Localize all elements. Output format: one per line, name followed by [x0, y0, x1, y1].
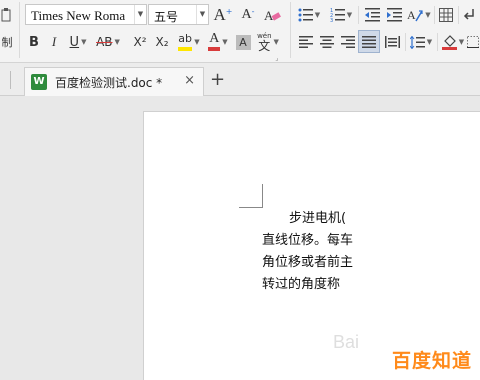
subscript-button[interactable]: X₂ — [152, 31, 172, 53]
bullet-list-button[interactable]: ▼ — [296, 4, 322, 26]
highlight-icon: ab — [178, 32, 193, 51]
char-shading-icon: A — [235, 34, 251, 50]
borders-button[interactable] — [466, 31, 480, 53]
font-color-button[interactable]: A ▼ — [205, 31, 231, 53]
distributed-align-icon — [384, 36, 400, 48]
font-name-value: Times New Roma — [31, 8, 126, 23]
svg-text:A: A — [264, 8, 274, 23]
tab-bar-divider — [10, 71, 11, 89]
underline-button[interactable]: U ▼ — [65, 31, 91, 53]
grow-font-icon: A — [213, 5, 226, 24]
document-text-line[interactable]: 步进电机( — [289, 207, 346, 226]
margin-corner-marker — [239, 207, 263, 208]
ribbon-toolbar: 制 Times New Roma ▼ 五号 ▼ A + A- A B I U ▼ A… — [0, 0, 480, 63]
margin-corner-marker — [262, 184, 263, 208]
underline-icon: U — [69, 34, 80, 50]
shrink-font-icon: A — [241, 7, 252, 22]
strikethrough-icon: AB — [96, 35, 113, 49]
ribbon-partial-top[interactable] — [0, 4, 12, 26]
group-divider — [434, 6, 435, 24]
table-button[interactable] — [437, 4, 455, 26]
bold-button[interactable]: B — [25, 31, 43, 53]
increase-indent-button[interactable] — [384, 4, 404, 26]
line-break-icon — [463, 9, 474, 20]
group-divider — [405, 33, 406, 51]
char-shading-button[interactable]: A — [235, 31, 251, 53]
align-left-icon — [299, 36, 313, 48]
distributed-align-button[interactable] — [382, 31, 402, 53]
line-spacing-icon — [409, 35, 425, 49]
paint-bucket-icon — [441, 35, 457, 50]
table-icon — [439, 8, 453, 22]
shrink-font-button[interactable]: A- — [238, 4, 258, 26]
phonetic-icon: wén 文 — [257, 31, 272, 53]
justify-button[interactable] — [358, 30, 380, 53]
decrease-indent-icon — [364, 8, 380, 22]
strikethrough-button[interactable]: AB ▼ — [93, 31, 123, 53]
numbered-list-icon: 123 — [330, 8, 345, 22]
word-doc-icon: W — [31, 74, 47, 90]
phonetic-guide-button[interactable]: wén 文 ▼ — [254, 31, 282, 53]
format-painter-label[interactable]: 制 — [0, 31, 14, 53]
text-direction-icon: A — [407, 8, 423, 22]
svg-text:A: A — [407, 8, 416, 22]
tab-document-label: 百度检验测试.doc * — [55, 76, 163, 90]
align-center-icon — [320, 36, 334, 48]
font-name-dropdown-icon[interactable]: ▼ — [134, 5, 146, 24]
clipboard-icon — [1, 8, 11, 22]
paragraph-shading-button[interactable]: ▼ — [440, 31, 466, 53]
document-text-line[interactable]: 直线位移。每车 — [262, 229, 353, 248]
font-dialog-launcher-icon[interactable]: ⌟ — [271, 53, 283, 63]
group-divider — [358, 6, 359, 24]
group-divider — [437, 33, 438, 51]
text-direction-button[interactable]: A ▼ — [406, 4, 432, 26]
superscript-button[interactable]: X² — [130, 31, 150, 53]
justify-icon — [362, 35, 376, 48]
document-tab-bar: W 百度检验测试.doc * × + — [0, 63, 480, 96]
decrease-indent-button[interactable] — [362, 4, 382, 26]
numbered-list-button[interactable]: 1 2 3 ▼ — [328, 4, 354, 26]
watermark-logo: 百度知道 — [392, 350, 473, 372]
tab-document[interactable]: W 百度检验测试.doc * × — [24, 67, 204, 96]
font-size-dropdown-icon[interactable]: ▼ — [196, 5, 208, 24]
group-divider — [458, 6, 459, 24]
close-tab-icon[interactable]: × — [184, 73, 195, 88]
line-spacing-button[interactable]: ▼ — [408, 31, 434, 53]
increase-indent-icon — [386, 8, 402, 22]
clear-format-button[interactable]: A — [262, 4, 282, 26]
font-color-icon: A — [208, 31, 221, 51]
group-divider — [290, 2, 291, 58]
italic-button[interactable]: I — [45, 31, 63, 53]
borders-icon — [467, 36, 479, 48]
grow-font-button[interactable]: A + — [213, 4, 233, 26]
align-right-button[interactable] — [338, 31, 358, 53]
clear-format-icon: A — [264, 8, 281, 23]
align-center-button[interactable] — [317, 31, 337, 53]
svg-text:3: 3 — [330, 18, 333, 22]
font-name-combobox[interactable]: Times New Roma ▼ — [25, 4, 147, 25]
align-right-icon — [341, 36, 355, 48]
font-size-combobox[interactable]: 五号 ▼ — [148, 4, 209, 25]
bullet-list-icon — [298, 8, 313, 22]
line-break-button[interactable] — [461, 4, 477, 26]
group-divider — [19, 2, 20, 58]
document-text-line[interactable]: 转过的角度称 — [262, 273, 340, 292]
align-left-button[interactable] — [296, 31, 316, 53]
document-text-line[interactable]: 角位移或者前主 — [262, 251, 353, 270]
new-tab-button[interactable]: + — [210, 69, 225, 90]
highlight-button[interactable]: ab ▼ — [175, 31, 203, 53]
watermark-faint: Bai — [333, 332, 360, 352]
font-size-value: 五号 — [154, 10, 179, 24]
